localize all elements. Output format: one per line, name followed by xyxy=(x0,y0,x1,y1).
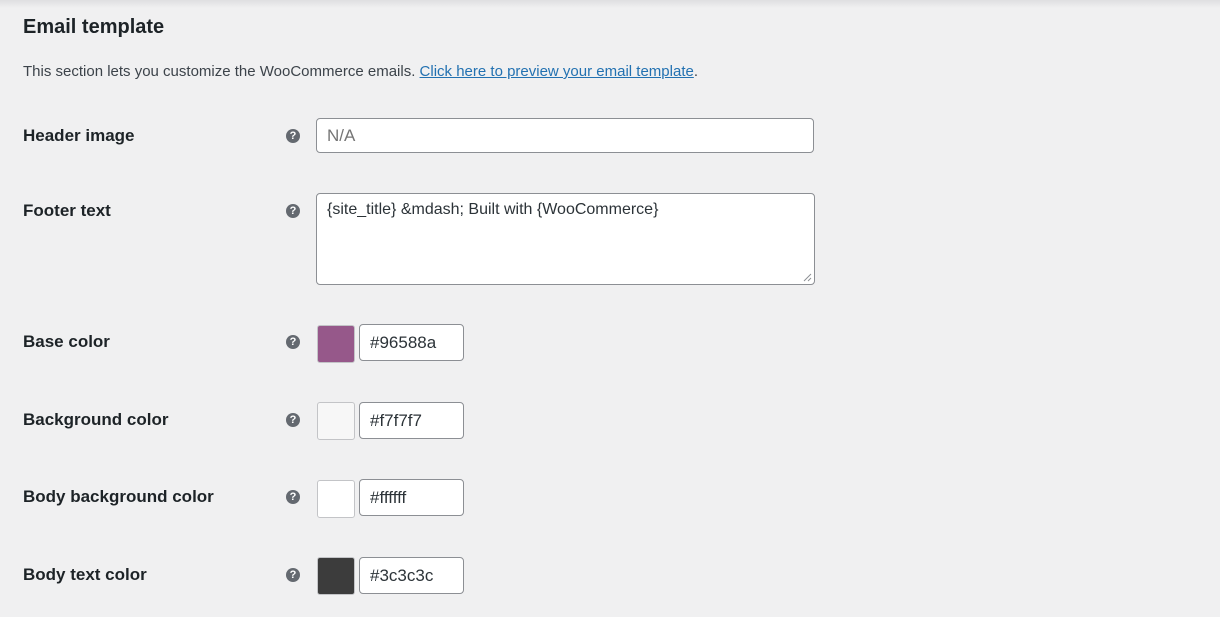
preview-email-template-link[interactable]: Click here to preview your email templat… xyxy=(420,63,694,80)
resize-handle-icon[interactable] xyxy=(802,272,812,282)
base-color-input[interactable]: #96588a xyxy=(359,324,464,361)
footer-text-help-icon[interactable]: ? xyxy=(286,204,300,218)
base-color-label: Base color xyxy=(23,332,110,351)
section-title: Email template xyxy=(23,16,165,38)
background-color-input[interactable]: #f7f7f7 xyxy=(359,402,464,439)
background-color-help-icon[interactable]: ? xyxy=(286,413,300,427)
section-description-end: . xyxy=(693,63,698,80)
body-background-color-help-icon[interactable]: ? xyxy=(286,490,300,504)
section-description: This section lets you customize the WooC… xyxy=(23,62,698,82)
body-text-color-swatch[interactable] xyxy=(317,557,355,595)
body-text-color-input[interactable]: #3c3c3c xyxy=(359,557,464,594)
email-template-settings: Email template This section lets you cus… xyxy=(0,0,1220,617)
footer-text-label: Footer text xyxy=(23,201,111,220)
body-background-color-input[interactable]: #ffffff xyxy=(359,479,464,516)
body-background-color-label: Body background color xyxy=(23,487,214,506)
base-color-swatch[interactable] xyxy=(317,325,355,363)
background-color-swatch[interactable] xyxy=(317,402,355,440)
footer-text-value: {site_title} &mdash; Built with {WooComm… xyxy=(327,201,659,218)
section-description-text: This section lets you customize the WooC… xyxy=(23,63,420,80)
body-text-color-label: Body text color xyxy=(23,565,147,584)
body-text-color-help-icon[interactable]: ? xyxy=(286,568,300,582)
header-image-input[interactable] xyxy=(316,118,814,153)
background-color-label: Background color xyxy=(23,410,169,429)
top-shadow xyxy=(0,0,1220,8)
body-background-color-swatch[interactable] xyxy=(317,480,355,518)
footer-text-textarea[interactable]: {site_title} &mdash; Built with {WooComm… xyxy=(316,193,815,285)
header-image-help-icon[interactable]: ? xyxy=(286,129,300,143)
base-color-help-icon[interactable]: ? xyxy=(286,335,300,349)
header-image-label: Header image xyxy=(23,126,135,145)
